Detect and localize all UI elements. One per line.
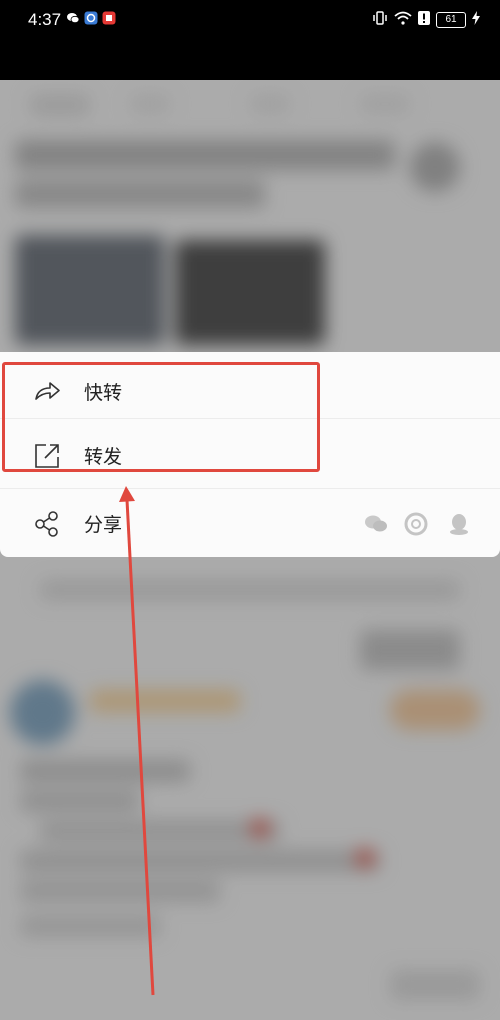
annotation-arrow <box>119 486 155 996</box>
